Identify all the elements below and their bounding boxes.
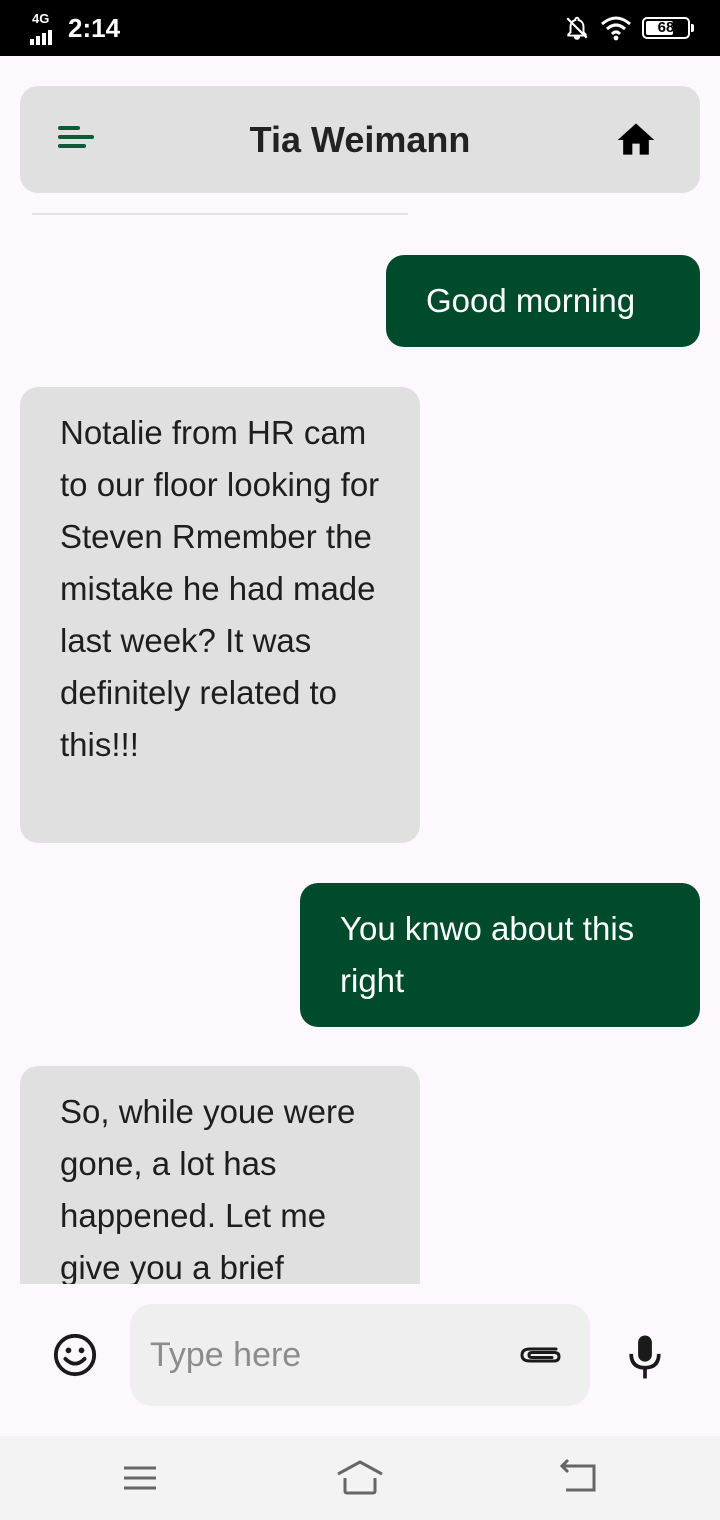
battery-icon: 68 (642, 17, 694, 39)
recents-icon[interactable] (122, 1458, 158, 1498)
message-composer (0, 1284, 720, 1436)
message-bubble-incoming[interactable]: Notalie from HR cam to our floor looking… (20, 387, 420, 843)
status-bar: 4G 2:14 68 (0, 0, 720, 56)
message-bubble-outgoing[interactable]: Good morning (386, 255, 700, 347)
notifications-off-icon (566, 16, 588, 40)
home-nav-icon[interactable] (334, 1458, 386, 1498)
divider (32, 213, 408, 215)
attach-icon[interactable] (518, 1340, 564, 1370)
message-text: Good morning (426, 282, 636, 319)
message-list[interactable]: Good morning Notalie from HR cam to our … (0, 194, 720, 1284)
message-text: You knwo about this right (340, 910, 635, 999)
battery-level: 68 (657, 19, 675, 36)
message-input-container (130, 1304, 590, 1406)
message-input[interactable] (150, 1324, 510, 1386)
message-text: Notalie from HR cam to our floor looking… (60, 414, 380, 763)
emoji-icon[interactable] (52, 1332, 98, 1378)
message-bubble-incoming[interactable]: So, while youe were gone, a lot has happ… (20, 1066, 420, 1284)
message-text: So, while youe were gone, a lot has happ… (60, 1093, 356, 1284)
system-nav-bar (0, 1436, 720, 1520)
message-bubble-outgoing[interactable]: You knwo about this right (300, 883, 700, 1027)
contact-name: Tia Weimann (249, 119, 471, 160)
status-time: 2:14 (68, 13, 121, 43)
back-icon[interactable] (558, 1458, 598, 1498)
mic-icon[interactable] (626, 1334, 664, 1380)
network-type: 4G (32, 11, 50, 26)
signal-icon: 4G (30, 11, 60, 45)
home-icon[interactable] (614, 118, 658, 162)
wifi-icon (601, 16, 631, 41)
chat-header: Tia Weimann (20, 86, 700, 193)
